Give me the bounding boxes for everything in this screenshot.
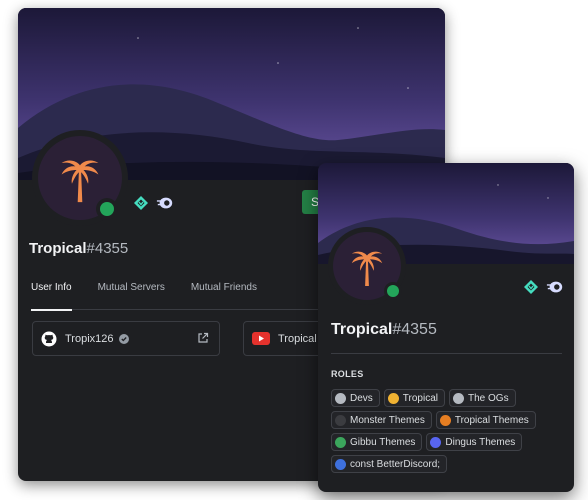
tab-mutual-servers[interactable]: Mutual Servers (98, 280, 165, 310)
role-color-dot (335, 392, 346, 404)
hypesquad-balance-badge-icon[interactable] (522, 278, 540, 296)
role-name: Monster Themes (350, 414, 425, 426)
verified-check-icon (118, 333, 129, 344)
role-pill[interactable]: Gibbu Themes (331, 433, 423, 451)
role-name: Gibbu Themes (350, 436, 416, 448)
external-link-icon[interactable] (197, 332, 209, 347)
nitro-badge-icon[interactable] (156, 194, 174, 212)
role-color-dot (439, 414, 451, 426)
online-status-indicator (384, 282, 402, 300)
role-name: Tropical Themes (454, 414, 529, 426)
role-color-dot (335, 436, 346, 448)
role-pill[interactable]: const BetterDiscord; (331, 455, 448, 473)
role-color-dot (453, 392, 464, 404)
role-color-dot (335, 458, 346, 470)
role-name: const BetterDiscord; (350, 458, 441, 470)
role-pill[interactable]: Tropical (383, 389, 445, 407)
nitro-badge-icon[interactable] (546, 278, 564, 296)
palm-tree-icon (348, 242, 386, 290)
role-color-dot (387, 392, 399, 404)
roles-heading: ROLES (331, 369, 364, 379)
hypesquad-balance-badge-icon[interactable] (132, 194, 150, 212)
profile-badges (522, 278, 564, 296)
connection-name: Tropical (278, 332, 317, 345)
connection-name: Tropix126 (65, 332, 114, 345)
role-name: The OGs (468, 392, 509, 404)
palm-tree-icon (57, 149, 103, 207)
role-name: Tropical (402, 392, 438, 404)
role-color-dot (430, 436, 442, 448)
role-name: Devs (350, 392, 373, 404)
youtube-icon (252, 332, 270, 345)
role-pill[interactable]: Tropical Themes (435, 411, 536, 429)
popout-username: Tropical#4355 (331, 321, 437, 338)
tab-user-info[interactable]: User Info (31, 280, 72, 311)
role-pill[interactable]: Devs (331, 389, 380, 407)
role-pill[interactable]: Monster Themes (331, 411, 432, 429)
user-popout: Tropical#4355 ROLES Devs Tropical The OG… (318, 163, 574, 492)
connection-github[interactable]: Tropix126 (32, 321, 220, 356)
role-name: Dingus Themes (445, 436, 516, 448)
role-color-dot (335, 414, 346, 426)
divider (331, 353, 562, 354)
role-pill[interactable]: The OGs (449, 389, 516, 407)
tab-mutual-friends[interactable]: Mutual Friends (191, 280, 257, 310)
profile-username: Tropical#4355 (29, 240, 129, 257)
roles-list: Devs Tropical The OGs Monster Themes Tro… (331, 389, 567, 473)
github-icon (41, 331, 57, 346)
role-pill[interactable]: Dingus Themes (426, 433, 523, 451)
online-status-indicator (96, 198, 118, 220)
profile-badges (132, 194, 174, 212)
